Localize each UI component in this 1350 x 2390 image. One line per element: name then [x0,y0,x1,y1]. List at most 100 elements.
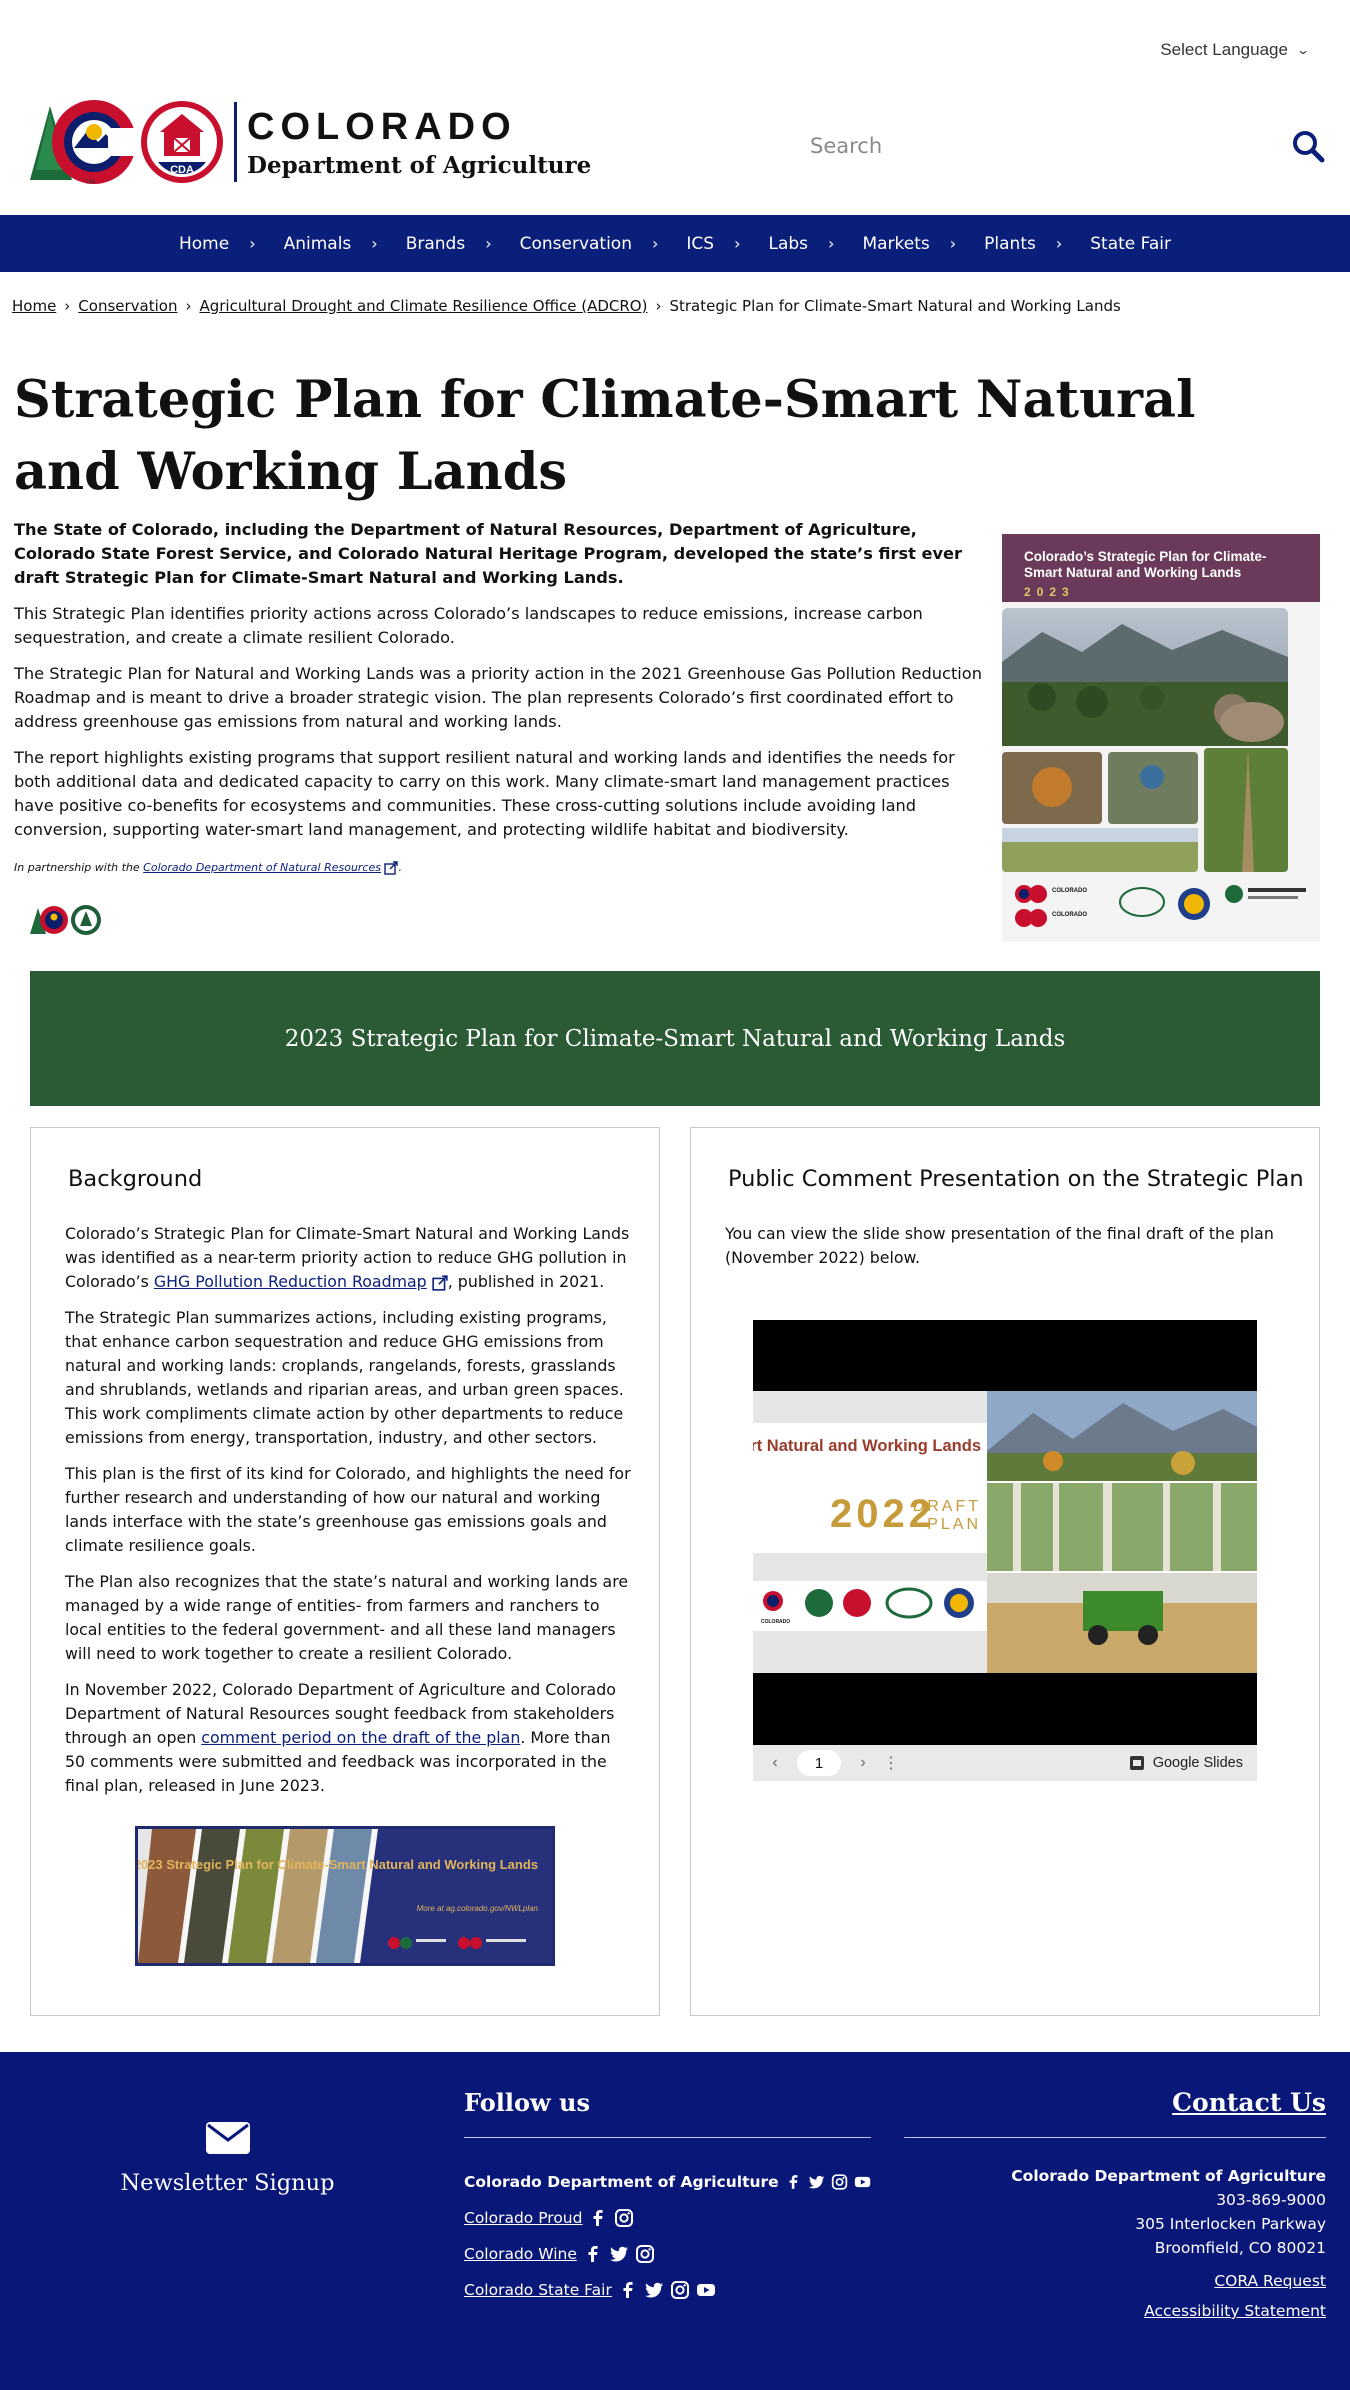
instagram-icon[interactable] [614,2208,634,2228]
search-input[interactable] [796,120,1236,172]
colorado-c-logo-icon: TM [30,100,138,186]
contact-us-link[interactable]: Contact Us [904,2088,1326,2117]
facebook-icon[interactable] [588,2208,608,2228]
breadcrumb-adcro-link[interactable]: Agricultural Drought and Climate Resilie… [199,297,647,315]
follow-row-colorado-proud: Colorado Proud [464,2200,871,2236]
chevron-right-icon: › [652,234,659,253]
facebook-icon[interactable] [618,2280,638,2300]
follow-row-state-fair: Colorado State Fair [464,2272,871,2308]
youtube-icon[interactable] [854,2172,871,2192]
slide-draft: DRAFT [913,1498,981,1515]
twitter-icon[interactable] [609,2244,629,2264]
follow-name-link[interactable]: Colorado Wine [464,2245,577,2263]
accessibility-statement-link[interactable]: Accessibility Statement [904,2302,1326,2320]
google-slides-embed[interactable]: Colorado’s Strategic Plan for Climate-Sm… [753,1320,1257,1781]
nav-item-labs[interactable]: Labs › [769,234,835,254]
partner-suffix: . [398,861,402,874]
intro-paragraph-3: The report highlights existing programs … [14,748,955,839]
nav-item-label: Conservation [519,233,632,254]
previous-slide-icon[interactable]: ‹ [761,1754,789,1772]
ghg-roadmap-link[interactable]: GHG Pollution Reduction Roadmap [154,1272,427,1291]
plan-banner[interactable]: 2023 Strategic Plan for Climate-Smart Na… [30,971,1320,1106]
follow-row-colorado-wine: Colorado Wine [464,2236,871,2272]
chevron-right-icon: › [485,234,492,253]
site-logo[interactable]: TM CDA COLORADO Department of Agricultur… [28,98,591,186]
dnr-link[interactable]: Colorado Department of Natural Resources [143,861,381,874]
youtube-icon[interactable] [696,2280,716,2300]
cora-request-link[interactable]: CORA Request [904,2272,1326,2290]
google-slides-link[interactable]: Google Slides [1129,1755,1243,1771]
comment-period-link[interactable]: comment period on the draft of the plan [201,1728,520,1747]
external-link-icon [384,861,399,875]
nav-item-label: State Fair [1090,233,1172,254]
site-footer: Newsletter Signup Follow us Colorado Dep… [0,2052,1350,2390]
nav-item-ics[interactable]: ICS › [686,234,740,254]
chevron-right-icon: › [949,234,957,253]
chevron-right-icon: › [1055,234,1063,253]
search-icon[interactable] [1290,128,1326,164]
promo-collage: 2023 Strategic Plan for Climate-Smart Na… [138,1829,552,1963]
newsletter-label: Newsletter Signup [120,2170,335,2196]
nav-item-plants[interactable]: Plants › [984,234,1062,254]
intro-paragraph-1: This Strategic Plan identifies priority … [14,604,923,647]
logo-colorado-text: COLORADO [247,105,517,148]
nav-item-markets[interactable]: Markets › [862,234,956,254]
cover-year: 2023 [1024,585,1075,599]
slides-controls: ‹ 1 › ⋮ Google Slides [753,1745,1257,1781]
language-selector[interactable]: Select Language ⌄ [1160,40,1311,60]
twitter-icon[interactable] [644,2280,664,2300]
background-paragraph-2: The Strategic Plan summarizes actions, i… [65,1308,624,1447]
partner-logos [30,904,102,936]
main-navigation: Home › Animals › Brands › Conservation › ICS… [0,215,1350,272]
contact-section: Contact Us Colorado Department of Agricu… [904,2088,1326,2320]
more-options-icon[interactable]: ⋮ [877,1753,905,1773]
external-link-icon [432,1274,448,1291]
presentation-card: Public Comment Presentation on the Strat… [690,1127,1320,2016]
google-slides-label: Google Slides [1152,1755,1243,1771]
cda-barn-logo-icon: CDA [141,101,223,183]
slide-title: Colorado’s Strategic Plan for Climate-Sm… [753,1437,981,1455]
facebook-icon[interactable] [583,2244,603,2264]
slide-page-number[interactable]: 1 [797,1750,841,1776]
nav-item-label: Home [178,233,230,254]
colorado-logo-small-icon [30,906,68,934]
newsletter-signup-link[interactable]: Newsletter Signup [100,2122,355,2196]
twitter-icon[interactable] [808,2172,825,2192]
contact-phone: 303-869-9000 [1216,2191,1326,2209]
slide-logo-text: COLORADO [761,1619,790,1625]
nav-item-state-fair[interactable]: State Fair [1090,234,1171,254]
nav-item-conservation[interactable]: Conservation › [520,234,659,254]
google-slides-icon [1129,1756,1144,1770]
chevron-right-icon: › [828,234,835,253]
nav-item-label: Brands [405,233,466,254]
follow-row-cda: Colorado Department of Agriculture [464,2164,871,2200]
facebook-icon[interactable] [785,2172,802,2192]
divider [464,2137,871,2138]
chevron-down-icon: ⌄ [1295,43,1311,57]
nav-item-animals[interactable]: Animals › [284,234,378,254]
nav-item-brands[interactable]: Brands › [406,234,492,254]
slide-content: Colorado’s Strategic Plan for Climate-Sm… [753,1391,1257,1673]
follow-name-link[interactable]: Colorado State Fair [464,2281,612,2299]
nav-item-home[interactable]: Home › [179,234,256,254]
instagram-icon[interactable] [670,2280,690,2300]
next-slide-icon[interactable]: › [849,1754,877,1772]
nav-item-label: Labs [768,233,809,254]
intro-section: The State of Colorado, including the Dep… [14,518,994,892]
divider [904,2137,1326,2138]
chevron-right-icon: › [734,234,741,253]
presentation-paragraph: You can view the slide show presentation… [725,1224,1274,1267]
promo-title: 2023 Strategic Plan for Climate-Smart Na… [138,1857,538,1872]
instagram-icon[interactable] [831,2172,848,2192]
breadcrumb-home-link[interactable]: Home [12,297,56,315]
follow-us-section: Follow us Colorado Department of Agricul… [464,2088,871,2308]
breadcrumb-conservation-link[interactable]: Conservation [78,297,177,315]
follow-name-link[interactable]: Colorado Proud [464,2209,582,2227]
search-bar [796,120,1326,172]
instagram-icon[interactable] [635,2244,655,2264]
follow-name: Colorado Department of Agriculture [464,2173,779,2191]
contact-org: Colorado Department of Agriculture [1011,2167,1326,2185]
follow-heading: Follow us [464,2088,590,2117]
background-paragraph-4: The Plan also recognizes that the state’… [65,1572,629,1663]
partner-note: In partnership with the Colorado Departm… [14,856,994,880]
